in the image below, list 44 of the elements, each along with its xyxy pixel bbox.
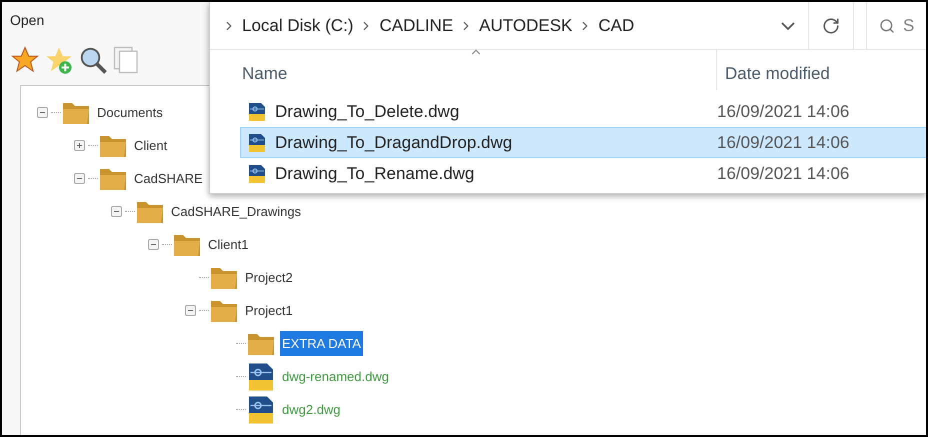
tree-item[interactable]: Project1 (243, 298, 295, 324)
chevron-down-icon (781, 22, 795, 30)
breadcrumb-item[interactable]: CAD (598, 12, 634, 38)
file-row[interactable]: Drawing_To_DragandDrop.dwg 16/09/2021 14:06 (240, 127, 926, 158)
breadcrumb-item[interactable]: CADLINE (379, 12, 454, 38)
date-modified: 16/09/2021 14:06 (717, 162, 850, 185)
drawing-file-icon (247, 132, 267, 152)
tree-item[interactable]: CadSHARE (132, 166, 205, 192)
tree-item[interactable]: dwg2.dwg (280, 396, 343, 422)
refresh-icon (822, 16, 840, 34)
file-row[interactable]: Drawing_To_Delete.dwg 16/09/2021 14:06 (240, 96, 926, 127)
search-icon (879, 18, 895, 34)
collapse-icon[interactable] (37, 107, 48, 118)
file-row[interactable]: Drawing_To_Rename.dwg 16/09/2021 14:06 (240, 158, 926, 189)
drawing-file-icon (247, 164, 267, 184)
tree-item[interactable]: Project2 (243, 264, 295, 290)
tree-item[interactable]: dwg-renamed.dwg (280, 364, 391, 390)
refresh-button[interactable] (808, 2, 854, 50)
expand-icon[interactable] (74, 140, 85, 151)
drawing-file-icon (246, 394, 276, 424)
search-icon[interactable] (78, 45, 108, 75)
collapse-icon[interactable] (148, 239, 159, 250)
breadcrumb-item[interactable]: AUTODESK (479, 12, 572, 38)
dialog-title: Open (10, 11, 44, 30)
collapse-icon[interactable] (74, 173, 85, 184)
breadcrumb-item[interactable]: Local Disk (C:) (242, 12, 354, 38)
column-header[interactable]: Name (242, 64, 288, 82)
file-name: Drawing_To_Rename.dwg (275, 162, 474, 185)
tree-item[interactable]: Client1 (206, 232, 250, 258)
drawing-file-icon (247, 102, 267, 122)
drawing-file-icon (246, 362, 276, 392)
date-modified: 16/09/2021 14:06 (717, 100, 850, 123)
file-name: Drawing_To_Delete.dwg (275, 100, 460, 123)
tree-item[interactable]: CadSHARE_Drawings (169, 198, 304, 224)
collapse-icon[interactable] (185, 305, 196, 316)
collapse-icon[interactable] (111, 206, 122, 217)
tree-item[interactable]: EXTRA DATA (280, 330, 363, 356)
search-field[interactable]: S (903, 12, 923, 38)
date-modified: 16/09/2021 14:06 (717, 132, 850, 154)
file-name: Drawing_To_DragandDrop.dwg (275, 132, 512, 154)
star-icon[interactable] (10, 45, 40, 75)
column-header[interactable]: Date modified (725, 60, 830, 86)
tree-item[interactable]: Client (132, 132, 170, 158)
tree-item[interactable]: Documents (95, 100, 165, 126)
